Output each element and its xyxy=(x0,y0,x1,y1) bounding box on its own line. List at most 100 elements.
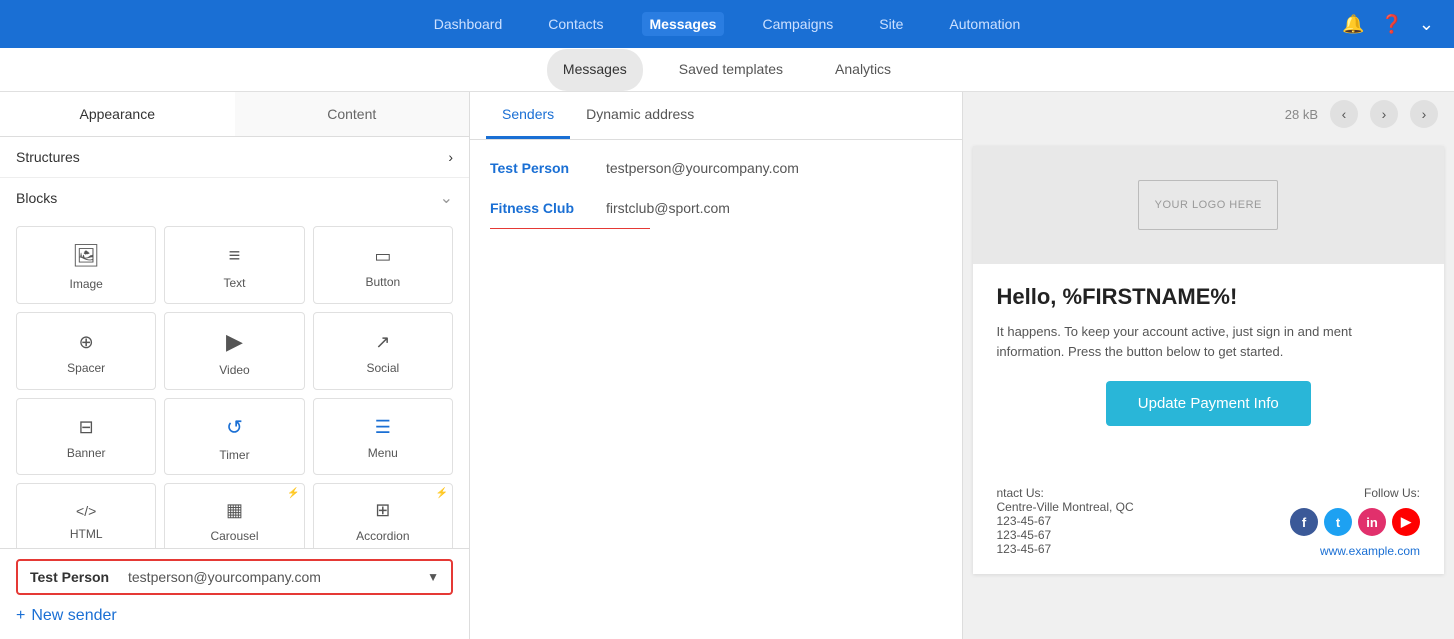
subnav-messages[interactable]: Messages xyxy=(547,49,643,91)
accordion-icon: ⊞ xyxy=(375,500,390,521)
block-video[interactable]: ▶ Video xyxy=(164,312,304,390)
sender-row-0[interactable]: Test Person testperson@yourcompany.com xyxy=(470,148,962,188)
tab-appearance[interactable]: Appearance xyxy=(0,92,235,136)
nav-site[interactable]: Site xyxy=(871,12,911,36)
tab-content[interactable]: Content xyxy=(235,92,470,136)
nav-contacts[interactable]: Contacts xyxy=(540,12,611,36)
preview-close-button[interactable]: › xyxy=(1410,100,1438,128)
block-menu[interactable]: ☰ Menu xyxy=(313,398,453,475)
senders-list: Test Person testperson@yourcompany.com F… xyxy=(470,140,962,639)
sender-divider xyxy=(490,228,650,229)
nav-dashboard[interactable]: Dashboard xyxy=(426,12,511,36)
youtube-icon[interactable]: ▶ xyxy=(1392,508,1420,536)
nav-messages[interactable]: Messages xyxy=(642,12,725,36)
nav-automation[interactable]: Automation xyxy=(941,12,1028,36)
block-carousel[interactable]: ⚡ ▦ Carousel xyxy=(164,483,304,548)
block-image-label: Image xyxy=(69,277,102,291)
social-icon: ↗ xyxy=(375,332,390,353)
new-sender-label: New sender xyxy=(31,607,116,625)
block-carousel-label: Carousel xyxy=(210,529,258,543)
block-html[interactable]: </> HTML xyxy=(16,483,156,548)
footer-contact: ntact Us: Centre-Ville Montreal, QC 123-… xyxy=(997,486,1291,556)
block-timer[interactable]: ↺ Timer xyxy=(164,398,304,475)
sender-dropdown-arrow: ▼ xyxy=(427,570,439,584)
timer-icon: ↺ xyxy=(226,415,243,440)
block-video-label: Video xyxy=(219,363,249,377)
bell-icon[interactable]: 🔔 xyxy=(1342,14,1364,35)
menu-icon: ☰ xyxy=(375,417,391,438)
block-image[interactable]: 🖼 Image xyxy=(16,226,156,304)
nav-campaigns[interactable]: Campaigns xyxy=(754,12,841,36)
new-sender-button[interactable]: + New sender xyxy=(16,603,453,629)
help-icon[interactable]: ❓ xyxy=(1380,14,1402,35)
email-footer: ntact Us: Centre-Ville Montreal, QC 123-… xyxy=(973,470,1445,574)
email-logo: YOUR LOGO HERE xyxy=(1138,180,1278,230)
blocks-collapse-icon[interactable]: ⌄ xyxy=(440,188,453,208)
blocks-grid: 🖼 Image ≡ Text ▭ Button ⊕ Spacer ▶ Video… xyxy=(0,218,469,548)
social-icons: f t in ▶ xyxy=(1290,508,1420,536)
block-timer-label: Timer xyxy=(219,448,249,462)
tab-senders[interactable]: Senders xyxy=(486,92,570,139)
sender-row-1[interactable]: Fitness Club firstclub@sport.com xyxy=(470,188,962,228)
preview-panel: 28 kB ‹ › › YOUR LOGO HERE Hello, %FIRST… xyxy=(963,92,1454,639)
structures-label: Structures xyxy=(16,149,80,165)
block-accordion[interactable]: ⚡ ⊞ Accordion xyxy=(313,483,453,548)
footer-follow-label: Follow Us: xyxy=(1364,486,1420,500)
sender-select[interactable]: Test Person testperson@yourcompany.com ▼ xyxy=(16,559,453,595)
footer-link[interactable]: www.example.com xyxy=(1320,544,1420,558)
button-icon: ▭ xyxy=(374,246,391,267)
senders-panel: Senders Dynamic address Test Person test… xyxy=(470,92,963,639)
subnav-analytics[interactable]: Analytics xyxy=(819,49,907,91)
block-menu-label: Menu xyxy=(368,446,398,460)
facebook-icon[interactable]: f xyxy=(1290,508,1318,536)
blocks-header: Blocks ⌄ xyxy=(0,178,469,218)
preview-toolbar: 28 kB ‹ › › xyxy=(963,92,1454,136)
sender-1-email: firstclub@sport.com xyxy=(606,200,730,216)
html-icon: </> xyxy=(76,503,96,519)
banner-icon: ⊟ xyxy=(79,417,94,438)
user-menu-icon[interactable]: ⌄ xyxy=(1419,14,1434,35)
block-text[interactable]: ≡ Text xyxy=(164,226,304,304)
plus-icon: + xyxy=(16,607,25,625)
sender-bar: Test Person testperson@yourcompany.com ▼… xyxy=(0,548,469,639)
preview-back-button[interactable]: ‹ xyxy=(1330,100,1358,128)
block-text-label: Text xyxy=(223,276,245,290)
twitter-icon[interactable]: t xyxy=(1324,508,1352,536)
sender-1-name: Fitness Club xyxy=(490,200,590,216)
block-html-label: HTML xyxy=(70,527,103,541)
tab-dynamic-address[interactable]: Dynamic address xyxy=(570,92,710,139)
footer-contact-label: ntact Us: xyxy=(997,486,1291,500)
selected-sender-email: testperson@yourcompany.com xyxy=(128,569,419,585)
preview-forward-button[interactable]: › xyxy=(1370,100,1398,128)
email-preview: YOUR LOGO HERE Hello, %FIRSTNAME%! It ha… xyxy=(973,146,1445,574)
email-body: Hello, %FIRSTNAME%! It happens. To keep … xyxy=(973,264,1445,470)
video-icon: ▶ xyxy=(226,329,243,355)
block-banner-label: Banner xyxy=(67,446,106,460)
text-icon: ≡ xyxy=(229,245,241,268)
footer-phone1: 123-45-67 xyxy=(997,514,1291,528)
subnav-saved-templates[interactable]: Saved templates xyxy=(663,49,799,91)
block-accordion-label: Accordion xyxy=(356,529,409,543)
block-spacer-label: Spacer xyxy=(67,361,105,375)
email-greeting: Hello, %FIRSTNAME%! xyxy=(997,284,1421,310)
email-logo-area: YOUR LOGO HERE xyxy=(973,146,1445,264)
footer-phone2: 123-45-67 xyxy=(997,528,1291,542)
block-banner[interactable]: ⊟ Banner xyxy=(16,398,156,475)
structures-section[interactable]: Structures › xyxy=(0,137,469,178)
block-button-label: Button xyxy=(365,275,400,289)
preview-content: YOUR LOGO HERE Hello, %FIRSTNAME%! It ha… xyxy=(963,136,1454,639)
block-button[interactable]: ▭ Button xyxy=(313,226,453,304)
email-body-text: It happens. To keep your account active,… xyxy=(997,322,1421,361)
block-spacer[interactable]: ⊕ Spacer xyxy=(16,312,156,390)
blocks-label: Blocks xyxy=(16,190,57,206)
top-nav-icons: 🔔 ❓ ⌄ xyxy=(1342,14,1434,35)
sender-0-name: Test Person xyxy=(490,160,590,176)
footer-social: Follow Us: f t in ▶ www.example.com xyxy=(1290,486,1420,558)
sender-0-email: testperson@yourcompany.com xyxy=(606,160,799,176)
block-social[interactable]: ↗ Social xyxy=(313,312,453,390)
update-payment-button[interactable]: Update Payment Info xyxy=(1106,381,1311,426)
instagram-icon[interactable]: in xyxy=(1358,508,1386,536)
footer-phone3: 123-45-67 xyxy=(997,542,1291,556)
spacer-icon: ⊕ xyxy=(79,332,94,353)
image-icon: 🖼 xyxy=(72,243,100,269)
